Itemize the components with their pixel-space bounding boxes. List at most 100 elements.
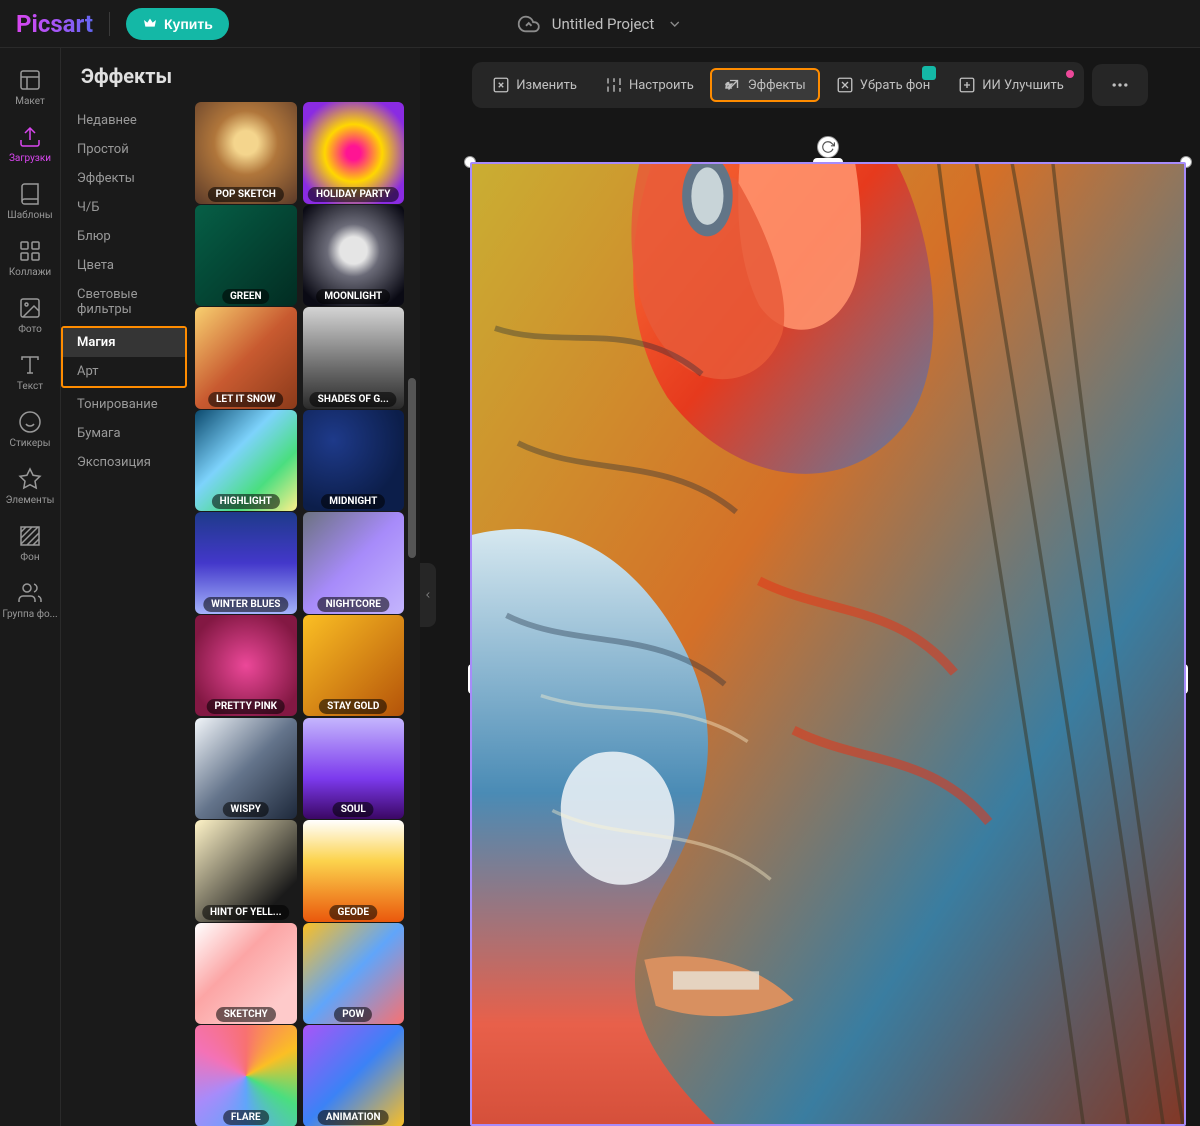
project-title-group[interactable]: Untitled Project [518,0,683,48]
rail-label: Коллажи [9,267,51,278]
tool-adjust[interactable]: Настроить [593,68,706,102]
category-item[interactable]: Магия [63,328,185,357]
effect-label: GEODE [330,905,377,920]
rail-group-photo[interactable]: Группа фо... [0,573,60,628]
tool-effects[interactable]: fxЭффекты [710,68,820,102]
effect-card[interactable]: LET IT SNOW [195,307,297,409]
effects-title: Эффекты [61,48,420,98]
chevron-down-icon [666,16,682,32]
cloud-icon [518,13,540,35]
effect-card[interactable]: HIGHLIGHT [195,410,297,512]
category-item[interactable]: Ч/Б [61,193,191,222]
project-title: Untitled Project [552,15,655,33]
effect-label: PRETTY PINK [206,699,285,714]
effect-card[interactable]: GREEN [195,205,297,307]
effect-label: POP SKETCH [208,187,284,202]
effect-label: SHADES OF G... [310,392,397,407]
effects-grid[interactable]: POP SKETCH HOLIDAY PARTY GREEN MOONLIGHT LET… [191,98,420,1126]
effect-label: LET IT SNOW [208,392,284,407]
header-divider [109,12,110,36]
rail-background[interactable]: Фон [0,516,60,571]
effect-card[interactable]: WISPY [195,718,297,820]
effect-card[interactable]: POP SKETCH [195,102,297,204]
category-item[interactable]: Недавнее [61,106,191,135]
effect-card[interactable]: NIGHTCORE [303,512,405,614]
effect-card[interactable]: SHADES OF G... [303,307,405,409]
effect-card[interactable]: FLARE [195,1025,297,1126]
effect-card[interactable]: SKETCHY [195,923,297,1025]
rail-label: Шаблоны [7,210,52,221]
effect-label: WINTER BLUES [203,597,288,612]
effect-label: NIGHTCORE [318,597,389,612]
effect-card[interactable]: WINTER BLUES [195,512,297,614]
category-highlight-box: МагияАрт [61,326,187,388]
rail-label: Макет [15,96,45,107]
rail-layout[interactable]: Макет [0,60,60,115]
tool-ai-enhance[interactable]: ИИ Улучшить [946,68,1076,102]
canvas-toolbar: Изменить Настроить fxЭффекты Убрать фон … [420,48,1200,122]
effect-label: POW [334,1007,372,1022]
effect-card[interactable]: POW [303,923,405,1025]
effect-card[interactable]: MIDNIGHT [303,410,405,512]
scrollbar[interactable] [408,98,416,1126]
effect-label: WISPY [223,802,269,817]
effect-label: STAY GOLD [319,699,387,714]
logo: Picsart [16,10,93,38]
rotate-handle[interactable] [817,136,839,158]
rail-uploads[interactable]: Загрузки [0,117,60,172]
canvas-area: Изменить Настроить fxЭффекты Убрать фон … [420,48,1200,1126]
effect-card[interactable]: ANIMATION [303,1025,405,1126]
crown-icon [142,16,158,32]
category-item[interactable]: Блюр [61,222,191,251]
tool-edit[interactable]: Изменить [480,68,589,102]
effect-label: HIGHLIGHT [212,494,280,509]
tool-remove-bg[interactable]: Убрать фон [824,68,942,102]
buy-button[interactable]: Купить [126,8,229,40]
app-header: Picsart Купить Untitled Project [0,0,1200,48]
effect-card[interactable]: HINT OF YELL... [195,820,297,922]
rail-text[interactable]: Текст [0,345,60,400]
category-item[interactable]: Тонирование [61,390,191,419]
rail-label: Текст [17,381,43,392]
category-item[interactable]: Простой [61,135,191,164]
rail-label: Фон [20,552,39,563]
effect-label: MIDNIGHT [321,494,385,509]
rail-label: Стикеры [9,438,50,449]
category-item[interactable]: Экспозиция [61,448,191,477]
effects-panel: Эффекты НедавнееПростойЭффектыЧ/ББлюрЦве… [60,48,420,1126]
rail-elements[interactable]: Элементы [0,459,60,514]
effect-label: MOONLIGHT [316,289,390,304]
categories-list: НедавнееПростойЭффектыЧ/ББлюрЦветаСветов… [61,98,191,1126]
effect-card[interactable]: MOONLIGHT [303,205,405,307]
effect-card[interactable]: SOUL [303,718,405,820]
svg-text:fx: fx [725,81,732,90]
buy-label: Купить [164,16,213,32]
rail-collage[interactable]: Коллажи [0,231,60,286]
canvas-selection[interactable] [470,162,1186,1126]
category-item[interactable]: Световые фильтры [61,280,191,324]
effect-label: ANIMATION [318,1110,389,1125]
effect-label: SKETCHY [216,1007,276,1022]
effect-card[interactable]: STAY GOLD [303,615,405,717]
left-rail: Макет Загрузки Шаблоны Коллажи Фото Текс… [0,48,60,1126]
effect-card[interactable]: GEODE [303,820,405,922]
effect-card[interactable]: HOLIDAY PARTY [303,102,405,204]
canvas-image [472,164,1184,1124]
more-button[interactable] [1092,64,1148,106]
effect-label: HINT OF YELL... [202,905,290,920]
category-item[interactable]: Цвета [61,251,191,280]
rail-templates[interactable]: Шаблоны [0,174,60,229]
category-item[interactable]: Арт [63,357,185,386]
category-item[interactable]: Бумага [61,419,191,448]
effect-label: SOUL [333,802,374,817]
effect-label: FLARE [223,1110,269,1125]
effect-card[interactable]: PRETTY PINK [195,615,297,717]
canvas-wrap [420,122,1200,1126]
category-item[interactable]: Эффекты [61,164,191,193]
rail-label: Группа фо... [2,609,57,620]
rail-stickers[interactable]: Стикеры [0,402,60,457]
effect-label: HOLIDAY PARTY [308,187,398,202]
collapse-panel-tab[interactable] [420,563,436,627]
scrollbar-thumb[interactable] [408,378,416,558]
rail-photo[interactable]: Фото [0,288,60,343]
